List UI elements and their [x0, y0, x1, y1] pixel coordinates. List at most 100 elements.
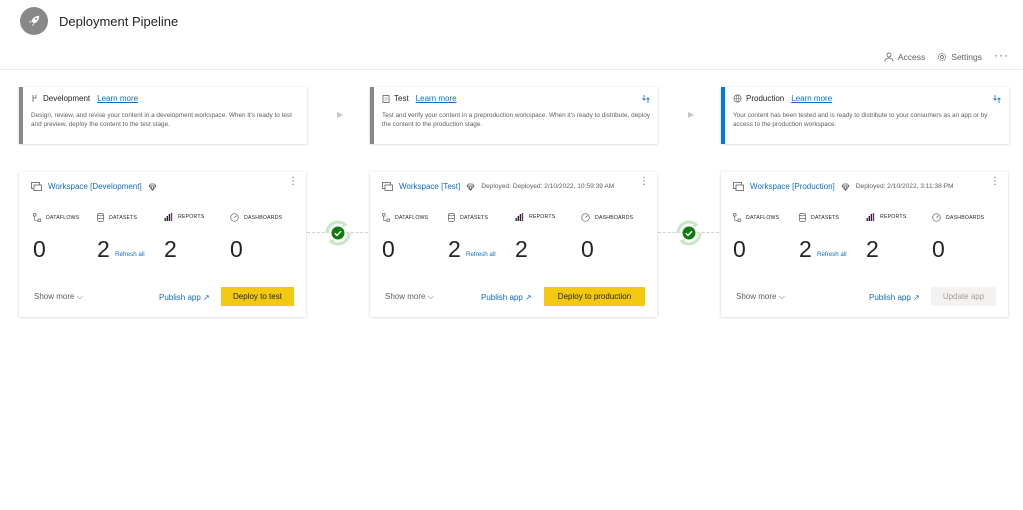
show-more-button[interactable]: Show more ⌵: [736, 292, 785, 302]
workspace-card-development: Workspace [Development] ⋮ DATAFLOWS 0 DA…: [19, 172, 306, 317]
metric-reports: REPORTS 2: [515, 213, 555, 262]
workspace-card-production: Workspace [Production] Deployed: 2/10/20…: [721, 172, 1008, 317]
gauge-icon: [230, 213, 239, 222]
database-icon: [448, 213, 455, 222]
deploy-to-test-button[interactable]: Deploy to test: [221, 287, 294, 306]
bar-chart-icon: [515, 213, 524, 221]
metric-reports: REPORTS 2: [164, 213, 204, 262]
rocket-icon: [20, 7, 48, 35]
sync-success-icon[interactable]: [672, 216, 706, 250]
toolbar: Access Settings ···: [884, 48, 1009, 62]
open-external-icon: ↗: [203, 293, 210, 302]
person-icon: [884, 52, 894, 62]
metric-dashboards: DASHBOARDS 0: [581, 213, 634, 262]
gear-icon: [938, 53, 947, 61]
chevron-down-icon: ⌵: [76, 292, 83, 301]
publish-app-link[interactable]: Publish app ↗: [159, 293, 210, 302]
metric-label: REPORTS: [880, 214, 907, 220]
database-icon: [799, 213, 806, 222]
stage-description: Design, review, and revise your content …: [31, 112, 292, 128]
dataflows-count: 0: [33, 236, 46, 262]
globe-icon: [733, 94, 742, 103]
premium-diamond-icon: [148, 183, 157, 191]
workspace-link[interactable]: Workspace [Development]: [48, 182, 142, 191]
metric-dashboards: DASHBOARDS 0: [932, 213, 984, 262]
publish-app-link[interactable]: Publish app ↗: [869, 293, 920, 302]
update-app-button[interactable]: Update app: [931, 287, 996, 306]
datasets-count: 2: [448, 236, 461, 262]
deployed-timestamp: Deployed: Deployed: 2/10/2022, 10:59:39 …: [481, 183, 615, 190]
reports-count: 2: [164, 236, 177, 262]
card-more-button[interactable]: ⋮: [288, 177, 298, 187]
app-header: Deployment Pipeline Access Settings ···: [0, 0, 1023, 70]
workspace-link[interactable]: Workspace [Test]: [399, 182, 460, 191]
stage-name: Development: [43, 94, 91, 103]
stage-description: Your content has been tested and is read…: [733, 112, 988, 128]
stage-test: Test Learn more Test and verify your con…: [370, 87, 658, 144]
learn-more-link[interactable]: Learn more: [416, 94, 457, 103]
chevron-down-icon: ⌵: [427, 292, 434, 301]
page-title: Deployment Pipeline: [59, 14, 179, 29]
show-more-button[interactable]: Show more ⌵: [385, 292, 434, 302]
deployed-timestamp: Deployed: 2/10/2022, 3:11:38 PM: [855, 183, 954, 190]
dataflow-icon: [382, 213, 390, 222]
metric-label: DATAFLOWS: [746, 214, 780, 221]
stage-rules-icon[interactable]: [992, 94, 1002, 104]
deploy-to-production-button[interactable]: Deploy to production: [544, 287, 645, 306]
settings-button[interactable]: Settings: [937, 52, 982, 62]
metric-datasets: DATASETS 2 Refresh all: [97, 213, 145, 262]
stage-rules-icon[interactable]: [641, 94, 651, 104]
publish-app-label: Publish app: [481, 293, 523, 302]
metric-label: DATAFLOWS: [46, 214, 80, 221]
refresh-all-link[interactable]: Refresh all: [466, 251, 496, 258]
show-more-button[interactable]: Show more ⌵: [34, 292, 83, 302]
metric-label: DASHBOARDS: [595, 214, 634, 221]
publish-app-label: Publish app: [159, 293, 201, 302]
learn-more-link[interactable]: Learn more: [97, 94, 138, 103]
metric-dashboards: DASHBOARDS 0: [230, 213, 283, 262]
publish-app-link[interactable]: Publish app ↗: [481, 293, 532, 302]
gauge-icon: [581, 213, 590, 222]
more-options-button[interactable]: ···: [994, 48, 1009, 62]
stage-development: Development Learn more Design, review, a…: [19, 87, 307, 144]
dashboards-count: 0: [581, 236, 594, 262]
stage-name: Production: [746, 94, 785, 103]
stage-production: Production Learn more Your content has b…: [721, 87, 1009, 144]
gauge-icon: [932, 213, 941, 222]
show-more-label: Show more: [385, 292, 426, 301]
workspace-link[interactable]: Workspace [Production]: [750, 182, 835, 191]
bar-chart-icon: [164, 213, 173, 221]
show-more-label: Show more: [736, 292, 777, 301]
settings-label: Settings: [951, 52, 982, 62]
refresh-all-link[interactable]: Refresh all: [115, 251, 145, 258]
branch-icon: [32, 95, 37, 102]
card-more-button[interactable]: ⋮: [990, 177, 1000, 187]
metric-dataflows: DATAFLOWS 0: [33, 213, 80, 262]
workspace-card-test: Workspace [Test] Deployed: Deployed: 2/1…: [370, 172, 657, 317]
dataflow-icon: [733, 213, 741, 222]
reports-count: 2: [515, 236, 528, 262]
clipboard-icon: [382, 95, 390, 103]
open-external-icon: ↗: [913, 293, 920, 302]
sync-success-icon[interactable]: [321, 216, 355, 250]
card-more-button[interactable]: ⋮: [639, 177, 649, 187]
dashboards-count: 0: [932, 236, 945, 262]
metric-label: DATASETS: [811, 214, 840, 221]
access-label: Access: [897, 52, 926, 62]
workspace-icon: [733, 182, 744, 191]
metric-dataflows: DATAFLOWS 0: [733, 213, 780, 262]
workspace-icon: [31, 182, 42, 191]
metric-label: DASHBOARDS: [244, 214, 283, 221]
open-external-icon: ↗: [525, 293, 532, 302]
datasets-count: 2: [97, 236, 110, 262]
chevron-down-icon: ⌵: [778, 292, 785, 301]
chevron-right-icon: ▶: [688, 110, 695, 119]
dataflows-count: 0: [382, 236, 395, 262]
publish-app-label: Publish app: [869, 293, 911, 302]
access-button[interactable]: Access: [884, 52, 925, 62]
learn-more-link[interactable]: Learn more: [791, 94, 832, 103]
dashboards-count: 0: [230, 236, 243, 262]
refresh-all-link[interactable]: Refresh all: [817, 251, 847, 258]
metric-label: DATASETS: [460, 214, 489, 221]
chevron-right-icon: ▶: [337, 110, 344, 119]
